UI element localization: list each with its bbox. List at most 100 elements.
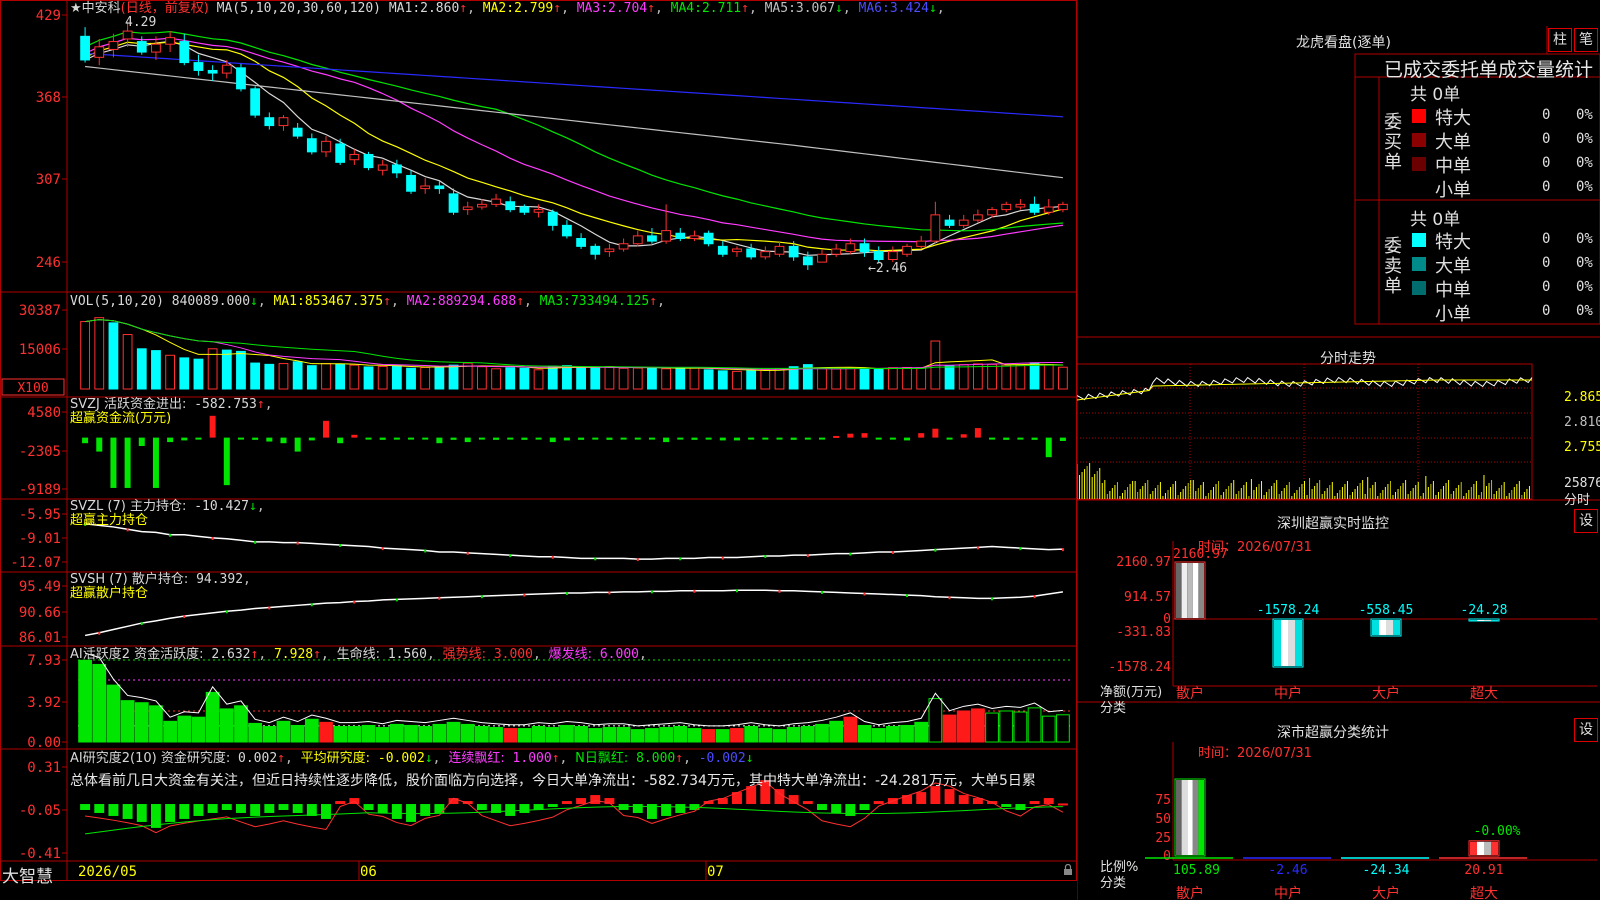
ai-active-title: AI活跃度2 资金活跃度: [70,647,204,662]
date-label: 07 [707,864,724,880]
activity-bar [205,691,220,743]
ma-value: 2.711 [701,1,742,16]
flow-bar [478,437,485,440]
activity-bar [985,712,999,743]
stock-name[interactable]: ★中安科 [70,1,121,16]
research-bar [207,804,218,813]
buy-order-name: 大单 [1435,132,1471,153]
candle-body [774,245,785,255]
position-marker [169,533,172,537]
flow-bar [351,434,358,438]
volume-bar [434,366,445,390]
candle-body [802,256,813,266]
stats-bar-stripe [1198,780,1204,855]
volume-bar [391,365,402,390]
flow-bar [181,437,188,441]
activity-bar [673,725,688,743]
flow-bar [960,434,967,438]
position-marker [296,541,299,545]
volume-bar [122,334,133,390]
volume-bar [136,348,147,390]
research-bar [420,804,431,816]
flow-bar [280,437,287,444]
position-marker [395,598,398,602]
strong-line-label: 强势线: [442,647,486,662]
period-label[interactable]: (日线，前复权) [121,1,209,16]
position-marker [650,590,653,594]
candle-body [590,245,601,255]
brand-label[interactable]: 大智慧 [2,862,53,887]
activity-bar [475,725,489,743]
volume-bar [647,367,657,390]
candle-body [873,251,884,260]
research-bar [916,792,927,805]
monitor-bar [1272,618,1304,668]
buy-order-row: 小单 0 0% [1408,176,1598,201]
volume-bar [108,322,119,390]
kline-ytick: 368 [36,90,61,106]
monitor-bar-stripe [1393,620,1400,635]
volume-bar [845,367,856,390]
monitor-bar-stripe [1295,620,1302,666]
research-bar [321,804,331,819]
stats-bar-value: -24.34 [1363,863,1410,878]
flow-bar [974,428,981,438]
position-marker [608,591,611,595]
activity-bar [177,715,192,743]
flow-bar [606,437,613,440]
candle-body [972,214,983,221]
research-bar [193,804,204,816]
vol-ma5-line [85,319,1063,371]
volume-bar [618,367,629,390]
svzj-ytick: 4580 [27,405,61,421]
flow-bar [620,437,627,440]
activity-bar [319,721,333,743]
candle-body [703,232,714,245]
flow-bar [167,437,174,443]
sell-order-count: 0 [1542,303,1551,319]
activity-bar [942,714,957,743]
flow-bar [337,437,344,444]
research-bar [165,804,176,822]
candle-body [264,117,275,127]
avg-research-value: -0.002 [377,751,425,766]
buy-order-swatch [1412,133,1426,147]
date-label: 2026/05 [78,864,138,880]
volume-bar [831,368,842,390]
position-marker [438,596,441,600]
stats-category-label: 超大 [1470,886,1498,900]
intraday-ytick: 2.755 [1564,440,1600,455]
research-bar [802,801,813,805]
buy-order-row: 中单 0 0% [1408,152,1598,177]
flow-bar [691,437,698,440]
ma60-line [85,65,1063,179]
activity-bar [219,708,234,743]
research-bar [264,804,275,813]
stats-settings-button[interactable]: 设 [1574,718,1598,742]
lock-icon[interactable] [1063,863,1073,875]
position-marker [126,528,129,532]
line-mode-button[interactable]: 笔 [1574,28,1598,52]
stats-category-label: 散户 [1176,885,1204,900]
monitor-bar-stripe [1477,620,1484,621]
monitor-settings-button[interactable]: 设 [1574,509,1598,533]
burst-line-value: 6.000 [599,647,639,662]
monitor-bar-stripe [1379,620,1386,635]
research-bar [1057,803,1068,806]
volume-bar [604,366,615,390]
kline-header: ★中安科(日线，前复权) MA(5,10,20,30,60,120) MA1:2… [70,2,945,16]
position-marker [140,622,143,626]
activity-bar [531,725,546,743]
volume-bar [703,369,714,390]
monitor-bar-value: -558.45 [1359,603,1414,618]
monitor-ytick: 2160.97 [1116,555,1171,570]
vol-ma-value: 889294.688 [437,294,517,309]
volume-bar [193,358,204,390]
stats-ytick: 0 [1163,849,1171,864]
research-bar [547,804,558,808]
ma-dir: ↓ [928,1,937,16]
bar-mode-button[interactable]: 柱 [1548,28,1572,52]
position-marker [778,589,781,593]
svzj-ytick: -9189 [19,482,61,498]
flow-bar [663,437,670,443]
